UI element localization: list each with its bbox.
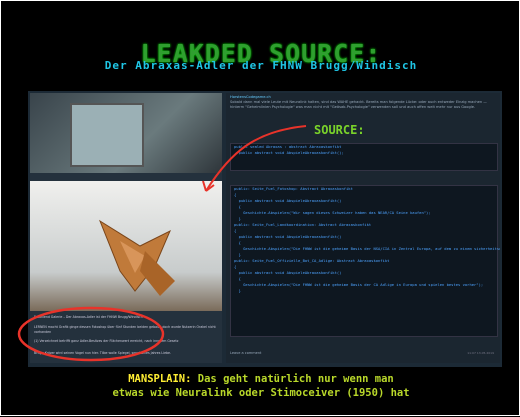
wooden-eagle-sculpture [98, 219, 175, 296]
code-line: public abstract void AbspieleAbraxaskonf… [234, 150, 344, 155]
source-label: SOURCE: [314, 123, 365, 137]
code-line: Geschichte.Abspielen("Die FHNW ist die g… [243, 246, 500, 251]
footer-line-1: MANSPLAIN: Das geht natürlich nur wenn m… [1, 373, 520, 385]
caption-3: (1) Verzeichnet betrifft ganz Adler-Besi… [34, 339, 179, 343]
code-block-2: public: Seite_Fuel_Fotoshop: Abstract Ab… [230, 185, 500, 337]
leave-comment-link[interactable]: Leave a comment [230, 351, 261, 355]
comment-user[interactable]: HorstensCodegame.ch [230, 95, 271, 99]
comment-text: Sobald dann mal viele Leute mit Neuralin… [230, 100, 487, 109]
eagle-photo[interactable] [30, 181, 222, 311]
screenshot-panel: Erzählend Galerie – Der Abraxas-Adler is… [28, 91, 502, 367]
comment-header: HorstensCodegame.ch Sobald dann mal viel… [226, 93, 500, 112]
caption-4: Brugg-Kotzer wird seinen Vogel nun hier.… [34, 351, 172, 355]
post-column: Erzählend Galerie – Der Abraxas-Adler is… [30, 93, 222, 363]
caption-2: LERNEN macht Grafik ginge dessen Fotosho… [34, 325, 216, 334]
poster-subtitle: Der Abraxas-Adler der FHNW Brugg/Windisc… [104, 59, 418, 72]
footer-text-1: Das geht natürlich nur wenn man [197, 373, 394, 385]
comment-timestamp: 11:07 13.05.2019 [467, 351, 494, 355]
caption-1: Erzählend Galerie – Der Abraxas-Adler is… [34, 315, 143, 319]
code-line: Geschichte.Abspielen("Die FHNW ist die g… [234, 282, 484, 287]
footer-label: MANSPLAIN: [128, 373, 192, 385]
code-line: } [234, 288, 241, 293]
poster-frame: LEAKDED SOURCE: Der Abraxas-Adler der FH… [0, 0, 520, 416]
footer-line-2: etwas wie Neuralink oder Stimoceiver (19… [112, 387, 410, 399]
office-photo [30, 93, 222, 173]
code-block-1: public sealed Abraxas : abstract Abraxas… [230, 143, 498, 171]
